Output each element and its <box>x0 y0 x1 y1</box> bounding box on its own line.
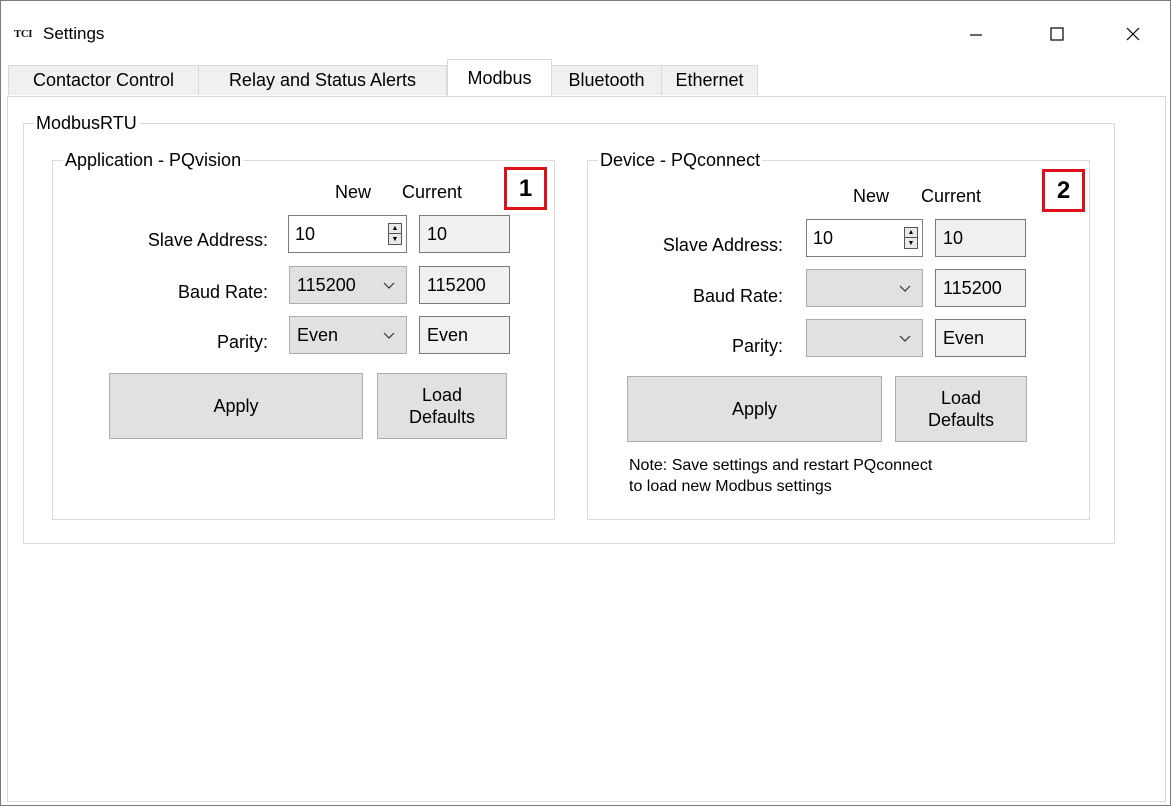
chevron-down-icon <box>383 282 395 289</box>
slave-address-label: Slave Address: <box>147 230 268 250</box>
baud-rate-current-field: 115200 <box>419 266 510 304</box>
slave-address-new-value: 10 <box>295 223 316 244</box>
apply-button[interactable]: Apply <box>627 376 882 442</box>
chevron-down-icon <box>899 285 911 292</box>
spin-up-icon[interactable]: ▲ <box>905 228 917 238</box>
slave-address-new-stepper[interactable]: 10 ▲ ▼ <box>806 219 923 257</box>
tab-modbus[interactable]: Modbus <box>447 59 552 96</box>
parity-label: Parity: <box>731 336 783 356</box>
app-logo-icon: TCI <box>14 28 33 40</box>
tab-relay-status-alerts[interactable]: Relay and Status Alerts <box>198 65 447 95</box>
baud-rate-label: Baud Rate: <box>692 286 783 306</box>
window-title: Settings <box>43 24 105 43</box>
parity-current-field: Even <box>935 319 1026 357</box>
spin-up-icon[interactable]: ▲ <box>389 224 401 234</box>
load-defaults-label-line1: Load <box>421 385 463 405</box>
callout-badge-2: 2 <box>1042 169 1085 212</box>
spin-down-icon[interactable]: ▼ <box>389 234 401 244</box>
spin-buttons[interactable]: ▲ ▼ <box>904 227 918 249</box>
modbusrtu-group: ModbusRTU Application - PQvision 1 New C… <box>23 113 1115 544</box>
restart-note-line1: Note: Save settings and restart PQconnec… <box>629 457 933 474</box>
tab-ethernet[interactable]: Ethernet <box>661 65 758 95</box>
load-defaults-label-line1: Load <box>940 388 982 408</box>
parity-new-value: Even <box>297 324 339 345</box>
parity-current-field: Even <box>419 316 510 354</box>
slave-address-current-field: 10 <box>935 219 1026 257</box>
parity-new-select[interactable]: Even <box>289 316 407 354</box>
chevron-down-icon <box>383 332 395 339</box>
restart-note-line2: to load new Modbus settings <box>629 478 832 495</box>
callout-badge-1: 1 <box>504 167 547 210</box>
baud-rate-current-field: 115200 <box>935 269 1026 307</box>
slave-address-new-stepper[interactable]: 10 ▲ ▼ <box>288 215 407 253</box>
application-group: Application - PQvision 1 New Current Sla… <box>52 150 555 520</box>
apply-button[interactable]: Apply <box>109 373 363 439</box>
parity-label: Parity: <box>216 332 268 352</box>
col-new-label: New <box>335 182 372 202</box>
tab-contactor-control[interactable]: Contactor Control <box>8 65 199 95</box>
baud-rate-new-select[interactable] <box>806 269 923 307</box>
load-defaults-button[interactable]: Load Defaults <box>895 376 1027 442</box>
device-group-title: Device - PQconnect <box>598 150 763 170</box>
minimize-button[interactable] <box>951 11 1001 57</box>
tab-bluetooth[interactable]: Bluetooth <box>551 65 662 95</box>
slave-address-current-field: 10 <box>419 215 510 253</box>
chevron-down-icon <box>899 335 911 342</box>
device-group: Device - PQconnect 2 New Current Slave A… <box>587 150 1090 520</box>
restart-note: Note: Save settings and restart PQconnec… <box>629 455 932 497</box>
load-defaults-button[interactable]: Load Defaults <box>377 373 507 439</box>
maximize-button[interactable] <box>1032 11 1082 57</box>
modbusrtu-group-title: ModbusRTU <box>34 113 139 133</box>
col-new-label: New <box>853 186 890 206</box>
col-current-label: Current <box>921 186 982 206</box>
baud-rate-label: Baud Rate: <box>177 282 268 302</box>
baud-rate-new-value: 115200 <box>297 274 356 295</box>
application-group-title: Application - PQvision <box>63 150 244 170</box>
spin-down-icon[interactable]: ▼ <box>905 238 917 248</box>
close-button[interactable] <box>1108 11 1158 57</box>
baud-rate-new-select[interactable]: 115200 <box>289 266 407 304</box>
minimize-icon <box>970 34 982 36</box>
tab-strip: Contactor Control Relay and Status Alert… <box>1 59 1170 97</box>
load-defaults-label-line2: Defaults <box>927 410 995 430</box>
load-defaults-label-line2: Defaults <box>408 407 476 427</box>
parity-new-select[interactable] <box>806 319 923 357</box>
slave-address-new-value: 10 <box>813 227 834 248</box>
settings-window: TCI Settings Contactor Control Relay and… <box>0 0 1171 806</box>
spin-buttons[interactable]: ▲ ▼ <box>388 223 402 245</box>
title-bar[interactable]: TCI Settings <box>1 1 1170 61</box>
close-icon <box>1126 27 1140 41</box>
modbus-tab-page: ModbusRTU Application - PQvision 1 New C… <box>7 96 1166 802</box>
maximize-icon <box>1050 27 1064 41</box>
slave-address-label: Slave Address: <box>662 235 783 255</box>
col-current-label: Current <box>402 182 463 202</box>
